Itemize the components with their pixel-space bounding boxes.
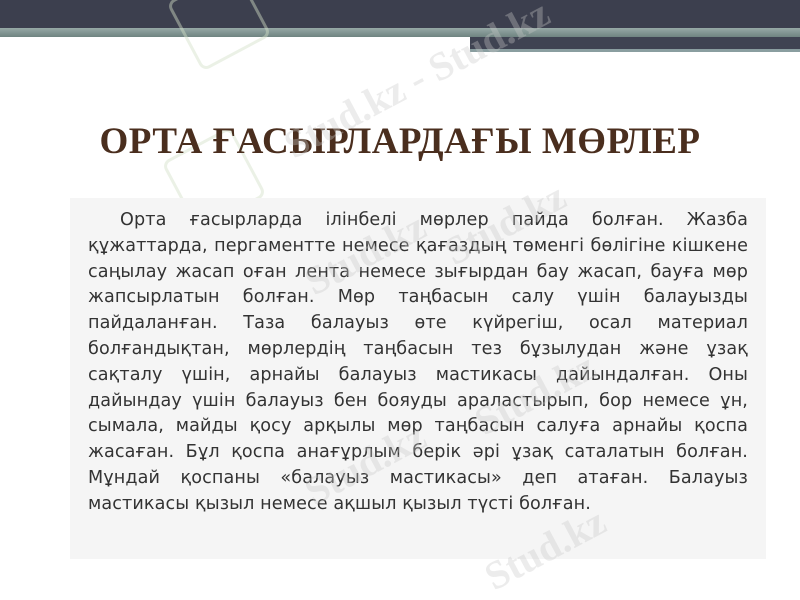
- text-block: Орта ғасырларда ілінбелі мөрлер пайда бо…: [70, 198, 766, 559]
- top-bar: [0, 0, 800, 28]
- slide-title: ОРТА ҒАСЫРЛАРДАҒЫ МӨРЛЕР: [99, 121, 701, 162]
- top-accent-band: [0, 28, 800, 37]
